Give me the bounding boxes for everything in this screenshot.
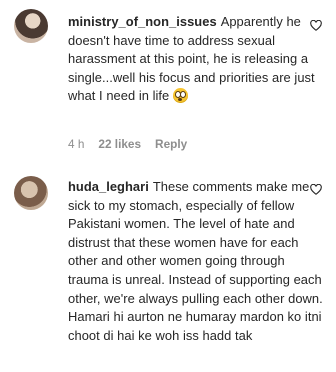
avatar[interactable] xyxy=(14,9,48,43)
comment-username[interactable]: huda_leghari xyxy=(68,179,149,194)
comment-body: huda_leghari These comments make me sick … xyxy=(68,178,324,345)
comment-meta: 4 h 22 likes Reply xyxy=(68,137,187,151)
heart-icon[interactable] xyxy=(310,184,322,195)
comment-username[interactable]: ministry_of_non_issues xyxy=(68,14,217,29)
comment-time[interactable]: 4 h xyxy=(68,137,84,151)
comment-body: ministry_of_non_issues Apparently he does… xyxy=(68,13,324,106)
comment-text: These comments make me sick to my stomac… xyxy=(68,179,323,343)
comment-likes[interactable]: 22 likes xyxy=(98,137,141,151)
heart-icon[interactable] xyxy=(310,20,322,31)
avatar[interactable] xyxy=(14,176,48,210)
flushed-face-emoji-icon xyxy=(172,88,188,104)
reply-button[interactable]: Reply xyxy=(155,137,187,151)
